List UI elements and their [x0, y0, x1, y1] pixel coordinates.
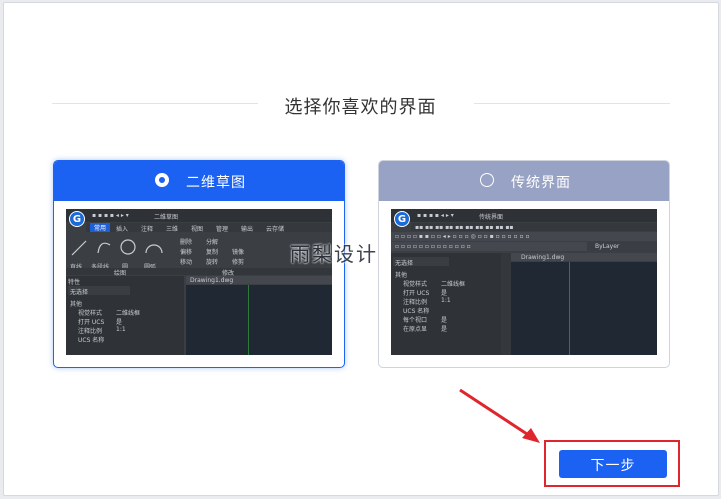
radio-classic[interactable] [480, 173, 494, 187]
properties-section: 其他 [395, 272, 408, 279]
drawing-canvas [511, 262, 657, 355]
drawing-canvas [186, 285, 332, 355]
modify-tool: 移动 [180, 259, 193, 266]
selection-value: 无选择 [70, 289, 89, 296]
prop-name: 在原点显 [403, 326, 428, 333]
prop-name: UCS 名称 [403, 308, 430, 315]
menu-items: ▪▪ ▪▪ ▪▪ ▪▪ ▪▪ ▪▪ ▪▪ ▪▪ ▪▪ ▪▪ [415, 224, 514, 231]
preview-doc-title: 二维草图 [154, 214, 179, 221]
properties-section: 其他 [70, 301, 83, 308]
watermark-text: 雨梨设计 [290, 242, 378, 266]
canvas-axis [248, 285, 249, 355]
ribbon-tab: 管理 [216, 226, 229, 233]
ribbon-tab: 输出 [241, 226, 254, 233]
prop-value: 二维线框 [116, 310, 141, 317]
prop-name: 注释比例 [403, 299, 428, 306]
ribbon-tab: 三维 [166, 226, 179, 233]
prop-name: 每个视口 [403, 317, 428, 324]
selection-value: 无选择 [395, 260, 414, 267]
draw-tool-icons [71, 239, 163, 256]
prop-name: 打开 UCS [403, 290, 430, 297]
drawing-tab: Drawing1.dwg [521, 254, 565, 261]
red-arrow-icon [459, 388, 540, 443]
drawing-tab: Drawing1.dwg [190, 277, 234, 284]
prop-value: 是 [116, 319, 123, 326]
app-logo-icon: G [394, 211, 410, 227]
ribbon-tab: 云存储 [266, 226, 285, 233]
layer-value: ByLayer [595, 243, 620, 250]
option-label-classic: 传统界面 [511, 175, 571, 191]
prop-value: 是 [441, 317, 448, 324]
radio-2d-sketch[interactable] [155, 173, 169, 187]
option-header-2d-sketch[interactable]: 二维草图 [54, 161, 344, 201]
next-button[interactable]: 下一步 [559, 450, 667, 478]
option-label-2d-sketch: 二维草图 [186, 175, 246, 191]
properties-title: 特性 [68, 279, 81, 286]
option-header-classic[interactable]: 传统界面 [379, 161, 669, 201]
layer-icons: ▫ ▫ ▫ ▫ ▫ ▫ ▫ ▫ ▫ ▫ ▫ ▫ ▫ [395, 243, 471, 250]
modify-tool: 复制 [206, 249, 219, 256]
modify-tool: 删除 [180, 239, 193, 246]
ribbon-tab: 插入 [116, 226, 129, 233]
modify-tool: 镜像 [232, 249, 245, 256]
prop-value: 1:1 [116, 326, 126, 333]
prop-name: 注释比例 [78, 328, 103, 335]
next-button-highlight: 下一步 [544, 440, 680, 487]
app-logo-icon: G [69, 211, 85, 227]
draw-toolbar-vertical [501, 253, 511, 355]
ribbon-group-bar [66, 268, 332, 275]
prop-value: 是 [441, 290, 448, 297]
prop-name: 视觉样式 [403, 281, 428, 288]
canvas-axis [569, 262, 570, 355]
page-title: 选择你喜欢的界面 [284, 97, 437, 118]
preview-doc-title: 传统界面 [479, 214, 504, 221]
preview-2d-sketch: G ▪ ▪ ▪ ▪ ◂ ▸ ▾ 二维草图 常用 插入 注释 三维 视图 管理 输… [66, 209, 332, 355]
modify-tool: 分解 [206, 239, 219, 246]
quick-access-icons: ▪ ▪ ▪ ▪ ◂ ▸ ▾ [92, 212, 129, 219]
prop-name: UCS 名称 [78, 337, 105, 344]
prop-name: 视觉样式 [78, 310, 103, 317]
preview-classic: G ▪ ▪ ▪ ▪ ◂ ▸ ▾ 传统界面 ▪▪ ▪▪ ▪▪ ▪▪ ▪▪ ▪▪ ▪… [391, 209, 657, 355]
modify-tool: 修剪 [232, 259, 245, 266]
modify-tool: 偏移 [180, 249, 193, 256]
toolbar-icons: ▫ ▫ ▫ ▫ ▪ ▪ ▫ ▫ ◂ ▸ ▫ ▫ ▫ ◎ ▫ ▫ ▪ ▫ ▫ ▫ … [395, 233, 530, 240]
quick-access-icons: ▪ ▪ ▪ ▪ ◂ ▸ ▾ [417, 212, 454, 219]
prop-name: 打开 UCS [78, 319, 105, 326]
prop-value: 是 [441, 326, 448, 333]
ribbon-tab: 注释 [141, 226, 154, 233]
ribbon-tab-active: 常用 [90, 223, 110, 232]
option-card-classic[interactable]: 传统界面 G ▪ ▪ ▪ ▪ ◂ ▸ ▾ 传统界面 ▪▪ ▪▪ ▪▪ ▪▪ ▪▪… [378, 160, 670, 368]
modify-tool: 旋转 [206, 259, 219, 266]
prop-value: 1:1 [441, 297, 451, 304]
ribbon-tab: 视图 [191, 226, 204, 233]
prop-value: 二维线框 [441, 281, 466, 288]
